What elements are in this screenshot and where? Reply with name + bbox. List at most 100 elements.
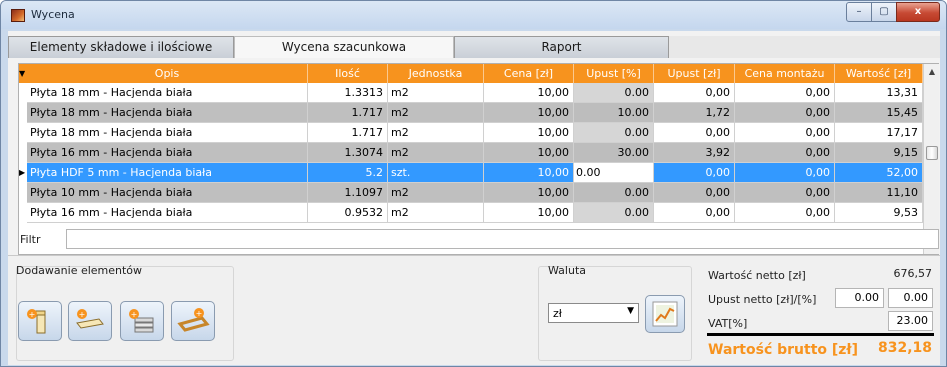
cell-jednostka[interactable]: m2 [388,143,484,163]
col-upust-pct[interactable]: Upust [%] [574,64,654,83]
row-selector[interactable] [19,83,27,103]
cell-opis[interactable]: Płyta 18 mm - Hacjenda biała [27,123,308,143]
upust-netto-zl-field[interactable]: 0.00 [835,288,884,308]
row-selector-header[interactable]: ▼ [19,64,27,83]
row-selector[interactable] [19,203,27,223]
cell-wartosc[interactable]: 17,17 [835,123,923,143]
cell-upust-zl[interactable]: 3,92 [654,143,735,163]
cell-opis[interactable]: Płyta 10 mm - Hacjenda biała [27,183,308,203]
cell-cena-montazu[interactable]: 0,00 [735,123,835,143]
currency-select[interactable]: zł ▼ [548,303,639,323]
vertical-scrollbar[interactable]: ▲ ▼ [923,64,939,254]
cell-upust-pct[interactable]: 0.00 [574,123,654,143]
cell-upust-zl[interactable]: 1,72 [654,103,735,123]
col-upust-zl[interactable]: Upust [zł] [654,64,735,83]
col-ilosc[interactable]: Ilość [308,64,388,83]
cell-ilosc[interactable]: 1.717 [308,103,388,123]
col-cena-montazu[interactable]: Cena montażu [zł] [735,64,835,99]
cell-cena-montazu[interactable]: 0,00 [735,83,835,103]
table-row[interactable]: Płyta 10 mm - Hacjenda biała 1.1097 m2 10,0… [19,183,923,203]
cell-upust-zl[interactable]: 0,00 [654,83,735,103]
cell-wartosc[interactable]: 9,53 [835,203,923,223]
maximize-button[interactable]: ▢ [871,2,897,22]
table-row[interactable]: Płyta 16 mm - Hacjenda biała 0.9532 m2 10,0… [19,203,923,223]
close-button[interactable]: x [896,2,940,22]
cell-cena-montazu[interactable]: 0,00 [735,183,835,203]
filter-input[interactable] [66,229,939,249]
cell-wartosc[interactable]: 52,00 [835,163,923,183]
cell-upust-pct[interactable]: 0.00 [574,83,654,103]
cell-upust-pct[interactable]: 0.00 [574,163,654,183]
minimize-button[interactable]: – [846,2,872,22]
cell-cena[interactable]: 10,00 [484,103,574,123]
cell-cena[interactable]: 10,00 [484,163,574,183]
cell-cena[interactable]: 10,00 [484,203,574,223]
table-row[interactable]: Płyta 16 mm - Hacjenda biała 1.3074 m2 10,0… [19,143,923,163]
add-shelf-button[interactable]: + [68,301,112,341]
cell-upust-pct[interactable]: 0.00 [574,203,654,223]
cell-cena-montazu[interactable]: 0,00 [735,203,835,223]
cell-opis[interactable]: Płyta 18 mm - Hacjenda biała [27,103,308,123]
calculate-button[interactable] [645,295,685,333]
add-panel-button[interactable]: + [18,301,62,341]
cell-upust-pct[interactable]: 0.00 [574,183,654,203]
cell-opis[interactable]: Płyta 18 mm - Hacjenda biała [27,83,308,103]
cell-jednostka[interactable]: m2 [388,203,484,223]
table-row[interactable]: Płyta 18 mm - Hacjenda biała 1.717 m2 10,00… [19,103,923,123]
scroll-thumb[interactable] [926,146,938,160]
cell-upust-pct[interactable]: 30.00 [574,143,654,163]
cell-jednostka[interactable]: m2 [388,103,484,123]
cell-ilosc[interactable]: 1.3074 [308,143,388,163]
cell-wartosc[interactable]: 13,31 [835,83,923,103]
cell-upust-zl[interactable]: 0,00 [654,203,735,223]
col-wartosc[interactable]: Wartość [zł] [835,64,923,83]
vat-field[interactable]: 23.00 [888,311,933,331]
cell-upust-zl[interactable]: 0,00 [654,163,735,183]
cell-opis[interactable]: Płyta 16 mm - Hacjenda biała [27,203,308,223]
cell-upust-pct[interactable]: 10.00 [574,103,654,123]
cell-cena[interactable]: 10,00 [484,123,574,143]
row-selector[interactable] [19,123,27,143]
table-row[interactable]: ▶ Płyta HDF 5 mm - Hacjenda biała 5.2 szt. 1… [19,163,923,183]
cell-ilosc[interactable]: 5.2 [308,163,388,183]
row-selector[interactable]: ▶ [19,163,27,183]
cell-upust-zl[interactable]: 0,00 [654,183,735,203]
cell-opis[interactable]: Płyta HDF 5 mm - Hacjenda biała [27,163,308,183]
cell-wartosc[interactable]: 15,45 [835,103,923,123]
tab-raport[interactable]: Raport [454,36,669,58]
col-opis[interactable]: Opis [27,64,308,83]
scroll-up-icon[interactable]: ▲ [924,64,940,80]
cell-upust-zl[interactable]: 0,00 [654,123,735,143]
cell-opis[interactable]: Płyta 16 mm - Hacjenda biała [27,143,308,163]
cell-jednostka[interactable]: m2 [388,83,484,103]
row-selector[interactable] [19,183,27,203]
tab-wycena[interactable]: Wycena szacunkowa [234,36,454,58]
col-jednostka[interactable]: Jednostka [388,64,484,83]
add-board-stack-button[interactable]: + [120,301,164,341]
title-bar[interactable]: Wycena – ▢ x [1,1,946,29]
add-frame-button[interactable]: + [171,301,215,341]
cell-cena-montazu[interactable]: 0,00 [735,163,835,183]
cell-ilosc[interactable]: 1.1097 [308,183,388,203]
tab-elementy[interactable]: Elementy składowe i ilościowe [8,36,234,58]
table-row[interactable]: Płyta 18 mm - Hacjenda biała 1.3313 m2 10,0… [19,83,923,103]
cell-cena[interactable]: 10,00 [484,143,574,163]
cell-jednostka[interactable]: m2 [388,123,484,143]
cell-cena-montazu[interactable]: 0,00 [735,143,835,163]
cell-cena[interactable]: 10,00 [484,83,574,103]
upust-netto-pct-field[interactable]: 0.00 [888,288,933,308]
cell-jednostka[interactable]: m2 [388,183,484,203]
row-selector[interactable] [19,103,27,123]
col-cena[interactable]: Cena [zł] [484,64,574,83]
cell-jednostka[interactable]: szt. [388,163,484,183]
cell-ilosc[interactable]: 0.9532 [308,203,388,223]
cell-ilosc[interactable]: 1.3313 [308,83,388,103]
table-row[interactable]: Płyta 18 mm - Hacjenda biała 1.717 m2 10,00… [19,123,923,143]
cell-wartosc[interactable]: 9,15 [835,143,923,163]
cell-ilosc[interactable]: 1.717 [308,123,388,143]
cell-cena-montazu[interactable]: 0,00 [735,103,835,123]
row-selector[interactable] [19,143,27,163]
cell-cena[interactable]: 10,00 [484,183,574,203]
cell-wartosc[interactable]: 11,10 [835,183,923,203]
summary-panel: Wartość netto [zł] 676,57 Upust netto [z… [701,255,940,365]
